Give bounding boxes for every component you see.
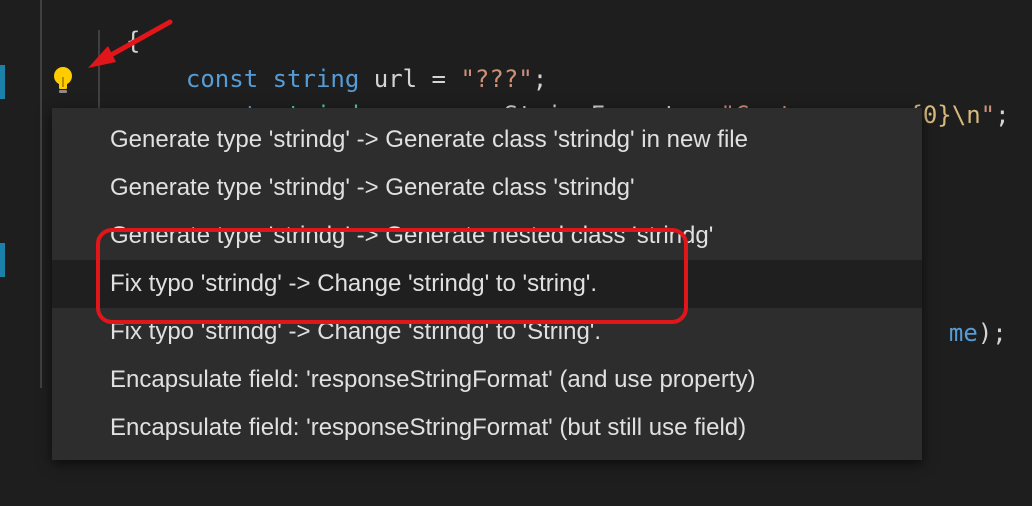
escape-newline: \n: [951, 101, 981, 129]
quick-fix-item[interactable]: Encapsulate field: 'responseStringFormat…: [52, 356, 922, 404]
string-literal-b: ": [980, 101, 996, 129]
lightbulb-icon[interactable]: [49, 65, 77, 95]
code-line-partial: me);: [920, 282, 1007, 350]
quick-fix-item-label: Generate type 'strindg' -> Generate clas…: [110, 126, 748, 153]
quick-fix-item-label: Generate type 'strindg' -> Generate clas…: [110, 174, 635, 201]
red-arrow-annotation: [88, 19, 173, 68]
gutter-change-marker: [0, 65, 5, 99]
quick-fix-item[interactable]: Generate type 'strindg' -> Generate clas…: [52, 164, 922, 212]
quick-fix-item[interactable]: Generate type 'strindg' -> Generate clas…: [52, 116, 922, 164]
quick-fix-item-label: Encapsulate field: 'responseStringFormat…: [110, 366, 756, 393]
red-highlight-annotation: [96, 228, 688, 324]
semicolon: ;: [995, 101, 1010, 129]
code-rest: );: [977, 319, 1007, 347]
lightbulb-icon-graphic: [54, 67, 72, 93]
indent-guide: [40, 0, 42, 388]
quick-fix-item[interactable]: Encapsulate field: 'responseStringFormat…: [52, 404, 922, 452]
identifier-partial: me: [948, 319, 978, 347]
quick-fix-item-label: Encapsulate field: 'responseStringFormat…: [110, 414, 747, 441]
gutter-change-marker: [0, 243, 5, 277]
